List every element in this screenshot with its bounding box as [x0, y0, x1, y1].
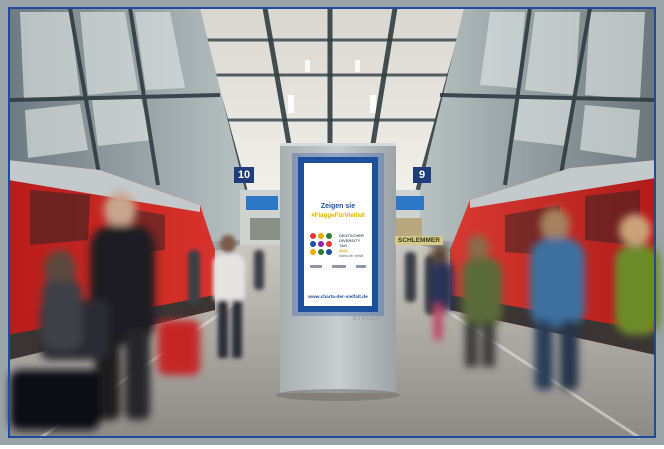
track-sign-10: 10 [234, 167, 254, 183]
billboard-hashtag: #FlaggeFürVielfalt [311, 212, 365, 219]
station-photo: 10 9 SCHLEMMER Zeigen sie #FlaggeFürViel… [0, 0, 664, 445]
billboard-url: www.charta-der-vielfalt.de [308, 295, 368, 300]
diversity-billboard-screen: Zeigen sie #FlaggeFürVielfalt DEUTSCHER … [298, 157, 378, 312]
logo-subtitle: charta der vielfalt [339, 254, 364, 258]
sponsor-logos [310, 263, 366, 269]
logo-year: 2021 [339, 248, 348, 253]
departure-board-right [396, 196, 424, 210]
billboard-headline: Zeigen sie [320, 203, 356, 210]
shop-sign: SCHLEMMER [395, 236, 443, 245]
billboard-brand: STRÖER [353, 316, 382, 322]
diversity-dots-logo-icon [310, 233, 338, 259]
departure-board-left [246, 196, 278, 210]
track-sign-9: 9 [413, 167, 431, 183]
